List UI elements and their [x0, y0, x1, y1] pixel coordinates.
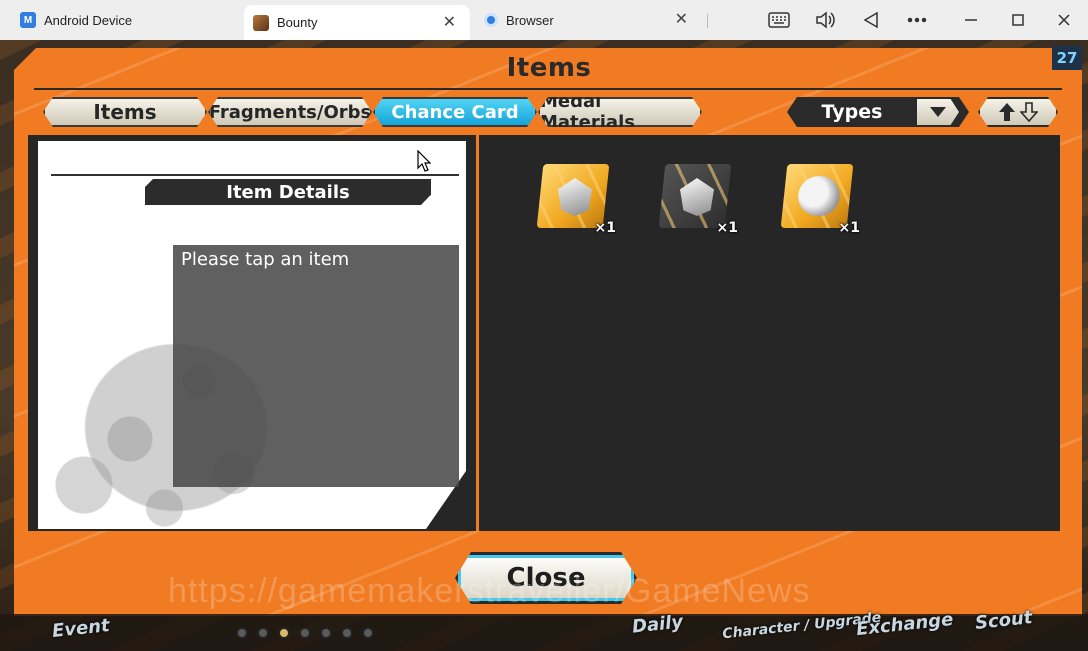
types-filter-label: Types: [821, 101, 883, 123]
counter-badge: 27: [1052, 46, 1082, 70]
page-dot: [320, 627, 332, 639]
item-details-placeholder: Please tap an item: [181, 249, 350, 270]
more-icon[interactable]: [904, 8, 930, 32]
android-device-icon: M: [20, 12, 36, 28]
dialog-title: Items: [506, 53, 592, 83]
tab-separator: [707, 14, 708, 28]
chevron-down-icon: [917, 99, 959, 125]
keyboard-icon[interactable]: [766, 8, 792, 32]
category-tab-medal-materials[interactable]: Medal Materials: [538, 97, 702, 127]
close-tab-icon[interactable]: ✕: [443, 14, 456, 31]
tab-browser[interactable]: Browser ✕: [476, 0, 702, 40]
category-tab-chance-card[interactable]: Chance Card: [373, 97, 537, 127]
window-titlebar: M Android Device Bounty ✕ Browser ✕: [0, 0, 1088, 40]
close-tab-icon[interactable]: ✕: [675, 12, 688, 28]
title-divider: [34, 88, 1062, 90]
types-filter-dropdown[interactable]: Types: [787, 97, 969, 127]
sort-order-button[interactable]: [978, 97, 1058, 127]
page-dot: [299, 627, 311, 639]
browser-icon: [484, 13, 498, 27]
item-details-heading: Item Details: [145, 179, 431, 205]
close-window-icon[interactable]: [1051, 8, 1077, 32]
tab-label: Android Device: [44, 12, 133, 28]
tab-label: Bounty: [277, 15, 318, 30]
category-tab-fragments-orbs[interactable]: Fragments/Orbs: [208, 97, 372, 127]
item-details-box: [173, 245, 459, 487]
tab-android-device[interactable]: M Android Device: [0, 0, 242, 40]
item-quantity: ×1: [716, 220, 738, 236]
game-viewport: Items 27 Items Fragments/Orbs Chance Car…: [0, 40, 1088, 651]
page-dot: [341, 627, 353, 639]
sort-down-arrow-icon: [1020, 102, 1038, 122]
dialog-title-bar: Items: [34, 48, 1064, 88]
page-indicator: [236, 627, 374, 639]
page-dot: [236, 627, 248, 639]
minimize-icon[interactable]: [958, 8, 984, 32]
volume-icon[interactable]: [812, 8, 838, 32]
item-quantity: ×1: [594, 220, 616, 236]
sort-up-arrow-icon: [998, 102, 1016, 122]
back-icon[interactable]: [858, 8, 884, 32]
tab-bounty[interactable]: Bounty ✕: [244, 5, 470, 40]
close-button[interactable]: Close: [455, 552, 637, 604]
page-dot: [257, 627, 269, 639]
item-slot[interactable]: ×1: [536, 164, 616, 236]
mouse-cursor-icon: [417, 150, 431, 172]
bounty-game-icon: [253, 14, 269, 31]
maximize-icon[interactable]: [1005, 8, 1031, 32]
category-tab-items[interactable]: Items: [43, 97, 207, 127]
item-slot[interactable]: ×1: [780, 164, 860, 236]
tab-label: Browser: [506, 12, 554, 28]
page-dot-active: [278, 627, 290, 639]
item-slot[interactable]: ×1: [658, 164, 738, 236]
item-quantity: ×1: [838, 220, 860, 236]
page-dot: [362, 627, 374, 639]
